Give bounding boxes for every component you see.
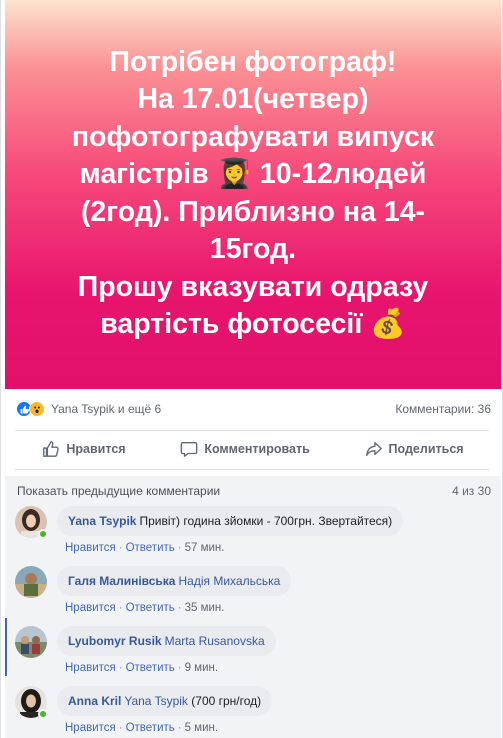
comment-reply-link[interactable]: Ответить [126,662,175,674]
comment-time[interactable]: 5 мин. [185,722,218,734]
comment-bubble: Lyubomyr Rusik Marta Rusanovska [57,626,276,656]
like-button[interactable]: Нравится [34,434,133,464]
comments-header: Показать предыдущие комментарии 4 из 30 [5,476,501,506]
reactions-text: Yana Tsypik и ещё 6 [51,402,162,416]
comment-like-link[interactable]: Нравится [65,662,116,674]
post-stats: Yana Tsypik и ещё 6 Комментарии: 36 [5,389,501,429]
comment-like-link[interactable]: Нравится [65,722,116,734]
avatar[interactable] [15,626,47,658]
comment-mention[interactable]: Yana Tsypik [124,694,188,708]
thumbs-up-icon [43,441,60,457]
comment-text: (700 грн/год) [191,694,262,708]
comment-icon [181,442,198,457]
comment-bubble: Yana Tsypik Привіт) година зйомки - 700гр… [57,506,404,536]
post-card: Потрібен фотограф! На 17.01(четвер) пофо… [0,0,503,738]
online-status-dot [38,709,48,719]
post-actions: Нравится Комментировать Поделиться [5,430,501,468]
comment-author[interactable]: Lyubomyr Rusik [68,634,162,648]
divider [15,469,489,470]
comment-mention[interactable]: Надія Михальська [178,574,280,588]
comment-button[interactable]: Комментировать [172,434,317,464]
comment-meta: Нравится · Ответить · 57 мин. [65,542,225,554]
show-previous-comments-link[interactable]: Показать предыдущие комментарии [17,484,220,498]
comment-item: Anna Kril Yana Tsypik (700 грн/год) Нрави… [15,686,495,738]
comment-meta: Нравится · Ответить · 35 мин. [65,602,225,614]
comments-pager: 4 из 30 [452,484,491,498]
reactions-summary[interactable]: Yana Tsypik и ещё 6 [16,401,161,417]
share-icon [365,442,382,456]
comment-like-link[interactable]: Нравится [65,542,116,554]
avatar[interactable] [15,566,47,598]
comments-count[interactable]: Комментарии: 36 [395,402,491,416]
comment-time[interactable]: 9 мин. [185,662,218,674]
comment-item: Галя Малинівська Надія Михальська Нравитс… [15,566,495,626]
comment-meta: Нравится · Ответить · 5 мин. [65,722,219,734]
comment-reply-link[interactable]: Ответить [126,542,175,554]
comment-time[interactable]: 57 мин. [185,542,225,554]
online-status-dot [38,529,48,539]
share-button-label: Поделиться [388,442,464,456]
post-banner: Потрібен фотограф! На 17.01(четвер) пофо… [5,0,501,389]
comment-mention[interactable]: Marta Rusanovska [165,634,265,648]
comment-item: Lyubomyr Rusik Marta Rusanovska Нравится ·… [5,618,495,686]
comment-meta: Нравится · Ответить · 9 мин. [65,662,219,674]
comment-reply-link[interactable]: Ответить [126,602,175,614]
wow-reaction-icon [29,401,45,417]
comment-button-label: Комментировать [204,442,310,456]
comments-section: Показать предыдущие комментарии 4 из 30 … [5,476,501,738]
comment-item: Yana Tsypik Привіт) година зйомки - 700гр… [15,506,495,566]
comment-like-link[interactable]: Нравится [65,602,116,614]
comment-bubble: Anna Kril Yana Tsypik (700 грн/год) [57,686,273,716]
comment-author[interactable]: Anna Kril [68,694,121,708]
share-button[interactable]: Поделиться [357,434,472,464]
comment-bubble: Галя Малинівська Надія Михальська [57,566,292,596]
like-button-label: Нравится [66,442,126,456]
comment-author[interactable]: Галя Малинівська [68,574,175,588]
comment-time[interactable]: 35 мин. [185,602,225,614]
post-text: Потрібен фотограф! На 17.01(четвер) пофо… [71,45,435,341]
comment-reply-link[interactable]: Ответить [126,722,175,734]
comment-author[interactable]: Yana Tsypik [68,514,136,528]
comment-text: Привіт) година зйомки - 700грн. Звертайт… [139,514,393,528]
